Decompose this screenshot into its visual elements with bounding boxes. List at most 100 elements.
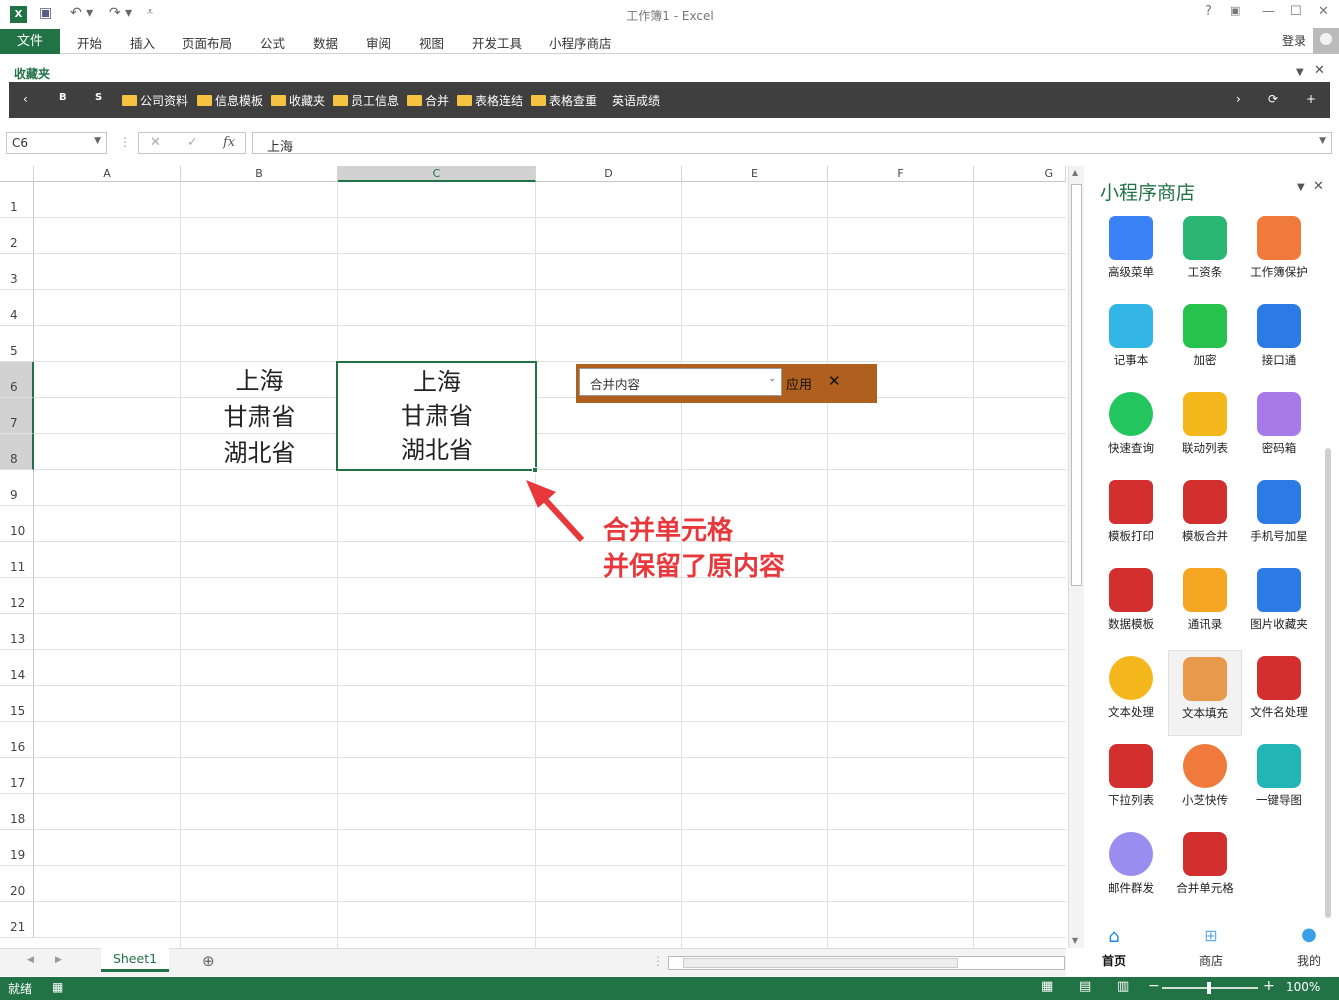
fill-handle[interactable] [532, 467, 538, 473]
col-header-d[interactable]: D [536, 166, 682, 182]
name-box[interactable]: C6 ▼ [6, 132, 107, 154]
chevron-down-icon[interactable]: ▼ [1297, 182, 1305, 193]
user-icon[interactable]: ● [1298, 924, 1320, 946]
panel-scrollbar[interactable] [1325, 448, 1331, 918]
ribbon-display-icon[interactable]: ▣ [1230, 4, 1240, 17]
tab-mini-store[interactable]: 小程序商店 [549, 33, 612, 52]
app-tile[interactable]: 一键导图 [1242, 738, 1316, 824]
normal-view-icon[interactable]: ▦ [1041, 979, 1053, 994]
tab-data[interactable]: 数据 [313, 33, 338, 52]
favorite-folder-company[interactable]: 公司资料 [122, 92, 188, 109]
store-icon[interactable]: ⊞ [1200, 926, 1222, 946]
row-header[interactable]: 14 [0, 650, 34, 686]
app-tile[interactable]: 接口通 [1242, 298, 1316, 384]
row-header[interactable]: 19 [0, 830, 34, 866]
row-header[interactable]: 17 [0, 758, 34, 794]
sheet-prev-icon[interactable]: ◀ [27, 955, 34, 965]
formula-input[interactable]: 上海 ▼ [252, 132, 1332, 155]
app-tile[interactable]: 合并单元格 [1168, 826, 1242, 912]
row-header[interactable]: 6 [0, 362, 34, 398]
worksheet-grid[interactable]: A B C D E F G 1 2 3 4 5 6 7 8 9 10 11 12 13 14 15 16 17 1… [0, 166, 1066, 948]
row-header[interactable]: 3 [0, 254, 34, 290]
maximize-button[interactable]: ☐ [1290, 4, 1302, 19]
app-tile[interactable]: 数据模板 [1094, 562, 1168, 648]
row-header[interactable]: 21 [0, 902, 34, 938]
close-popup-button[interactable]: ✕ [828, 372, 841, 390]
tab-page-layout[interactable]: 页面布局 [182, 33, 232, 52]
zoom-slider[interactable] [1162, 982, 1258, 994]
app-tile[interactable]: 手机号加星 [1242, 474, 1316, 560]
row-header[interactable]: 11 [0, 542, 34, 578]
h-scroll-thumb[interactable] [683, 958, 958, 968]
add-icon[interactable]: + [1306, 92, 1316, 106]
cancel-icon[interactable]: ✕ [150, 135, 161, 150]
row-header[interactable]: 15 [0, 686, 34, 722]
tab-file[interactable]: 文件 [0, 29, 60, 54]
favorite-english-scores[interactable]: 英语成绩 [612, 92, 660, 109]
col-header-f[interactable]: F [828, 166, 974, 182]
favorite-b[interactable]: B [59, 92, 67, 103]
zoom-slider-thumb[interactable] [1207, 982, 1211, 994]
app-tile[interactable]: 文件名处理 [1242, 650, 1316, 736]
split-grip-icon[interactable]: ⋮ [652, 954, 664, 968]
row-header[interactable]: 20 [0, 866, 34, 902]
close-icon[interactable]: ✕ [1314, 63, 1325, 78]
row-header[interactable]: 4 [0, 290, 34, 326]
app-tile[interactable]: 文本填充 [1168, 650, 1242, 736]
insert-function-button[interactable]: fx [223, 135, 235, 150]
favorite-folder-templates[interactable]: 信息模板 [197, 92, 263, 109]
scroll-down-icon[interactable]: ▼ [1072, 936, 1078, 945]
col-header-g[interactable]: G [974, 166, 1066, 182]
col-header-e[interactable]: E [682, 166, 828, 182]
apply-button[interactable]: 应用 [786, 374, 812, 393]
nav-home[interactable]: 首页 [1089, 952, 1139, 969]
qat-customize-icon[interactable]: ⩡ [147, 5, 153, 19]
app-tile[interactable]: 工作簿保护 [1242, 210, 1316, 296]
favorite-folder-dedupe[interactable]: 表格查重 [531, 92, 597, 109]
row-header[interactable]: 16 [0, 722, 34, 758]
app-tile[interactable]: 文本处理 [1094, 650, 1168, 736]
app-tile[interactable]: 记事本 [1094, 298, 1168, 384]
select-all-corner[interactable] [0, 166, 34, 182]
redo-icon[interactable]: ↷ ▾ [109, 5, 132, 21]
merge-mode-select[interactable]: 合并内容 ⌄ [579, 368, 782, 396]
nav-back-icon[interactable]: ‹ [23, 92, 28, 106]
row-header[interactable]: 13 [0, 614, 34, 650]
refresh-icon[interactable]: ⟳ [1268, 92, 1278, 106]
app-tile[interactable]: 加密 [1168, 298, 1242, 384]
tab-review[interactable]: 审阅 [366, 33, 391, 52]
add-sheet-icon[interactable]: ⊕ [202, 952, 215, 970]
scroll-up-icon[interactable]: ▲ [1072, 168, 1078, 177]
row-header[interactable]: 10 [0, 506, 34, 542]
favorite-s[interactable]: S [95, 92, 102, 103]
nav-forward-icon[interactable]: › [1236, 92, 1241, 106]
avatar[interactable] [1313, 28, 1339, 54]
sheet-next-icon[interactable]: ▶ [55, 955, 62, 965]
row-header[interactable]: 8 [0, 434, 34, 470]
favorite-folder-merge[interactable]: 合并 [407, 92, 449, 109]
row-header[interactable]: 5 [0, 326, 34, 362]
minimize-button[interactable]: — [1262, 4, 1275, 19]
macro-record-icon[interactable]: ▦ [52, 980, 63, 994]
vertical-scrollbar[interactable]: ▲ ▼ [1068, 166, 1084, 948]
tab-insert[interactable]: 插入 [130, 33, 155, 52]
nav-store[interactable]: 商店 [1186, 952, 1236, 969]
tab-formulas[interactable]: 公式 [260, 33, 285, 52]
favorite-folder-staff[interactable]: 员工信息 [333, 92, 399, 109]
close-panel-icon[interactable]: ✕ [1313, 179, 1324, 194]
sheet-tab-sheet1[interactable]: Sheet1 [101, 948, 169, 972]
nav-mine[interactable]: 我的 [1284, 952, 1334, 969]
tab-view[interactable]: 视图 [419, 33, 444, 52]
horizontal-scrollbar[interactable] [668, 956, 1065, 970]
help-button[interactable]: ? [1205, 4, 1212, 19]
expand-formula-icon[interactable]: ▼ [1319, 136, 1326, 146]
page-break-view-icon[interactable]: ▥ [1117, 979, 1129, 994]
app-tile[interactable]: 图片收藏夹 [1242, 562, 1316, 648]
row-header[interactable]: 12 [0, 578, 34, 614]
row-header[interactable]: 2 [0, 218, 34, 254]
favorite-folder-favorites[interactable]: 收藏夹 [271, 92, 325, 109]
tab-developer[interactable]: 开发工具 [472, 33, 522, 52]
app-tile[interactable]: 模板打印 [1094, 474, 1168, 560]
save-icon[interactable]: ▣ [39, 5, 52, 21]
app-tile[interactable]: 小芝快传 [1168, 738, 1242, 824]
